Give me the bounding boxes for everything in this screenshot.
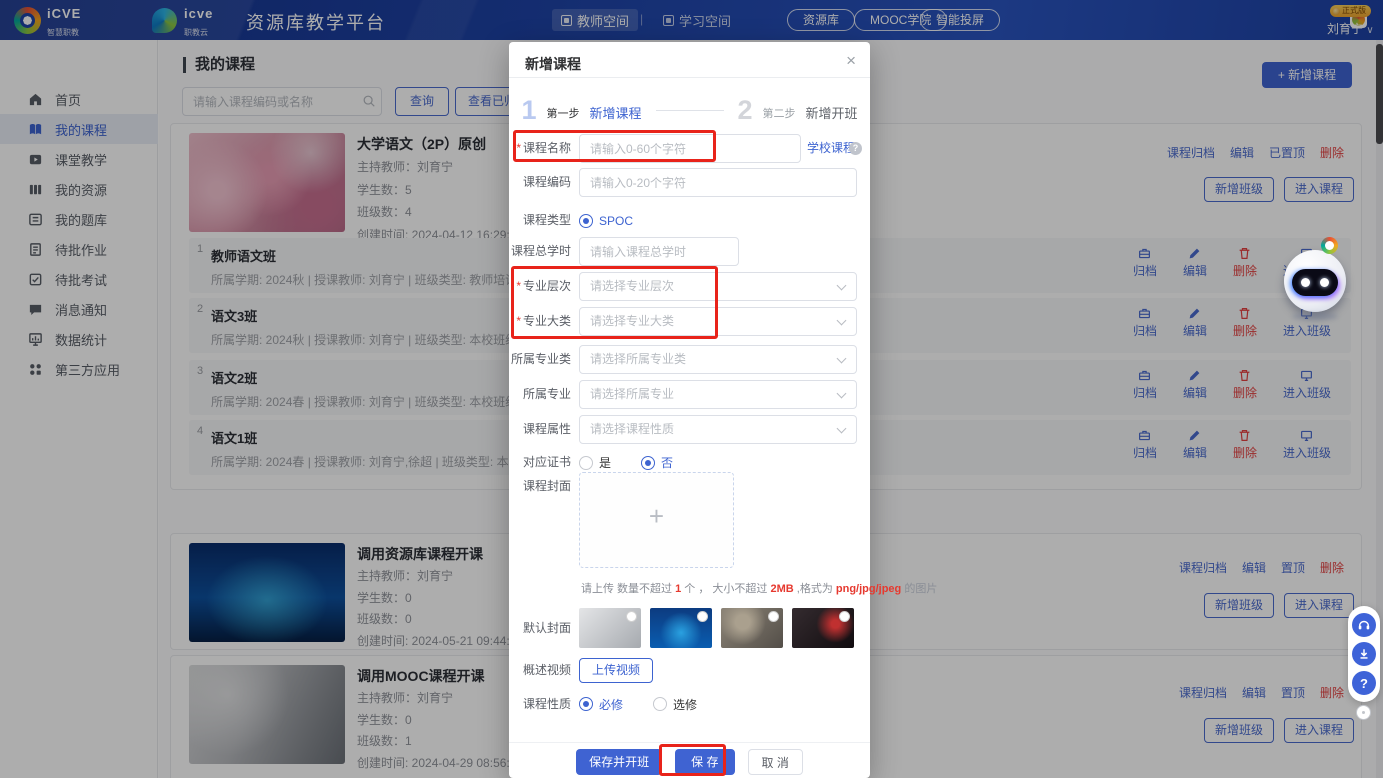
- course-code-input[interactable]: [579, 168, 857, 197]
- help-icon[interactable]: ?: [849, 142, 862, 155]
- download-icon: [1357, 647, 1371, 661]
- cover-hint-row: 请上传 数量不超过 1 个 ， 大小不超过 2MB ,格式为 png/jpg/j…: [511, 580, 861, 596]
- field-course-cover: 课程封面 +: [511, 472, 861, 568]
- chevron-down-icon: [837, 389, 847, 399]
- icve-flower-icon: [1321, 237, 1338, 254]
- course-code-label: 课程编码: [511, 168, 571, 197]
- major-select[interactable]: 请选择所属专业: [579, 380, 857, 409]
- hint-text: ,格式为: [794, 583, 836, 595]
- optional-label: 选修: [673, 696, 697, 713]
- field-course-hours: 课程总学时: [511, 237, 861, 266]
- select-placeholder: 请选择课程性质: [590, 422, 674, 436]
- select-placeholder: 请选择所属专业类: [590, 352, 686, 366]
- robot-face: [1292, 269, 1338, 296]
- field-course-nature: 课程性质 必修 选修: [511, 694, 861, 714]
- chevron-down-icon: [837, 316, 847, 326]
- hint-format: png/jpg/jpeg: [836, 583, 901, 595]
- headset-icon: [1357, 618, 1371, 632]
- step1-number: 1: [521, 95, 536, 125]
- course-attribute-label: 课程属性: [511, 415, 571, 444]
- course-type-label: 课程类型: [511, 206, 571, 235]
- field-course-type: 课程类型 SPOC: [511, 206, 861, 235]
- cover-radio-icon[interactable]: [768, 611, 779, 622]
- annotation-box-save-button: [659, 744, 726, 776]
- step2-label: 新增开班: [806, 103, 858, 122]
- certificate-no-label: 否: [661, 454, 673, 471]
- customer-service-button[interactable]: [1352, 613, 1376, 637]
- hint-text: 的图片: [901, 583, 937, 595]
- modal-title-divider: [509, 77, 870, 78]
- cover-radio-icon[interactable]: [626, 611, 637, 622]
- course-nature-label: 课程性质: [511, 694, 571, 714]
- course-hours-label: 课程总学时: [511, 237, 571, 266]
- field-major: 所属专业 请选择所属专业: [511, 380, 861, 409]
- required-radio[interactable]: [579, 697, 593, 711]
- field-sub-category: 所属专业类 请选择所属专业类: [511, 345, 861, 374]
- cover-upload-hint: 请上传 数量不超过 1 个 ， 大小不超过 2MB ,格式为 png/jpg/j…: [581, 580, 937, 596]
- modal-title: 新增课程: [525, 54, 581, 74]
- course-cover-label: 课程封面: [511, 472, 571, 501]
- helper-toolbar: ?: [1348, 606, 1380, 702]
- certificate-yes-label: 是: [599, 454, 611, 471]
- annotation-box-major-fields: [511, 266, 718, 339]
- robot-eye: [1301, 278, 1310, 287]
- ai-assistant-robot[interactable]: [1284, 250, 1346, 312]
- field-overview-video: 概述视频 上传视频: [511, 658, 861, 683]
- course-nature-options: 必修 选修: [579, 694, 697, 714]
- cancel-button[interactable]: 取 消: [748, 749, 803, 775]
- required-label: 必修: [599, 696, 623, 713]
- step-connector: [656, 110, 724, 111]
- school-course-link[interactable]: 学校课程: [807, 134, 855, 163]
- default-cover-option[interactable]: [792, 608, 854, 648]
- robot-eye: [1320, 278, 1329, 287]
- question-icon: ?: [1360, 676, 1368, 691]
- spoc-label: SPOC: [599, 214, 633, 228]
- chevron-down-icon: [837, 354, 847, 364]
- field-course-attribute: 课程属性 请选择课程性质: [511, 415, 861, 444]
- download-button[interactable]: [1352, 642, 1376, 666]
- step1-tag: 第一步: [546, 105, 579, 121]
- spoc-radio[interactable]: [579, 214, 593, 228]
- sub-category-label: 所属专业类: [511, 345, 571, 374]
- field-course-code: 课程编码: [511, 168, 861, 197]
- step-indicator: 1 第一步 新增课程 2 第二步 新增开班: [509, 92, 870, 128]
- chevron-down-icon: [837, 424, 847, 434]
- hint-size: 2MB: [770, 583, 793, 595]
- help-button[interactable]: ?: [1352, 671, 1376, 695]
- cover-upload-box[interactable]: +: [579, 472, 734, 568]
- sub-category-select[interactable]: 请选择所属专业类: [579, 345, 857, 374]
- major-label: 所属专业: [511, 380, 571, 409]
- course-hours-input[interactable]: [579, 237, 739, 266]
- plus-icon: +: [580, 501, 733, 532]
- optional-radio[interactable]: [653, 697, 667, 711]
- save-and-open-class-button[interactable]: 保存并开班: [576, 749, 662, 775]
- course-attribute-select[interactable]: 请选择课程性质: [579, 415, 857, 444]
- hint-text: 个 ， 大小不超过: [681, 583, 770, 595]
- step2-number: 2: [738, 95, 753, 125]
- annotation-box-course-name: [513, 130, 716, 162]
- hint-text: 请上传 数量不超过: [581, 583, 675, 595]
- select-placeholder: 请选择所属专业: [590, 387, 674, 401]
- default-cover-option[interactable]: [650, 608, 712, 648]
- default-cover-option[interactable]: [721, 608, 783, 648]
- course-type-options: SPOC: [579, 206, 633, 235]
- certificate-no-radio[interactable]: [641, 456, 655, 470]
- step2-tag: 第二步: [763, 105, 796, 121]
- cover-radio-icon[interactable]: [697, 611, 708, 622]
- overview-video-label: 概述视频: [511, 658, 571, 683]
- field-default-cover: 默认封面: [511, 608, 861, 648]
- step1-label: 新增课程: [589, 103, 641, 122]
- chevron-down-icon: [837, 281, 847, 291]
- close-icon[interactable]: ×: [846, 51, 856, 71]
- certificate-yes-radio[interactable]: [579, 456, 593, 470]
- upload-video-button[interactable]: 上传视频: [579, 658, 653, 683]
- robot-shadow: [1292, 313, 1338, 320]
- cover-radio-icon[interactable]: [839, 611, 850, 622]
- default-cover-option[interactable]: [579, 608, 641, 648]
- target-dot-icon[interactable]: [1356, 705, 1371, 720]
- default-cover-label: 默认封面: [511, 608, 571, 648]
